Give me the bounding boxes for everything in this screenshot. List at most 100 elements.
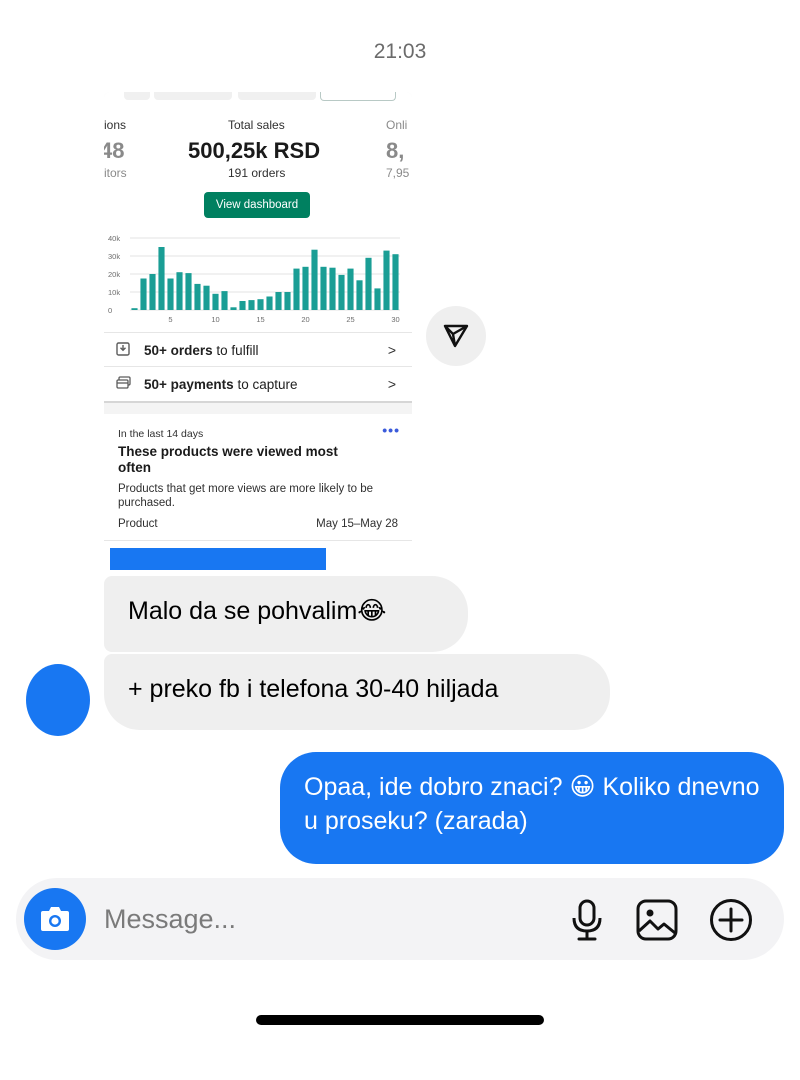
chart-bar xyxy=(320,266,327,310)
gallery-button[interactable] xyxy=(634,897,680,943)
chart-bar xyxy=(302,266,309,310)
camera-icon xyxy=(41,907,69,931)
view-dashboard-button[interactable]: View dashboard xyxy=(204,192,310,218)
chart-bar xyxy=(167,278,174,310)
microphone-button[interactable] xyxy=(564,897,610,943)
chart-bar xyxy=(266,296,273,310)
tab-fragment xyxy=(238,92,316,100)
chart-bar xyxy=(149,274,156,310)
x-tick-label: 15 xyxy=(256,315,264,324)
y-tick-label: 20k xyxy=(108,270,120,279)
chart-bar xyxy=(140,278,147,310)
y-tick-label: 0 xyxy=(108,306,112,315)
more-actions-button[interactable] xyxy=(708,897,754,943)
shared-screenshot[interactable]: ions 48 itors Total sales 500,25k RSD 19… xyxy=(104,92,412,570)
chart-bar xyxy=(374,288,381,310)
column-product-header: Product xyxy=(118,518,158,530)
message-timestamp: 21:03 xyxy=(373,40,427,63)
stat-orders-count: 191 orders xyxy=(228,166,286,180)
orders-to-fulfill-row[interactable]: 50+ orders to fulfill > xyxy=(104,332,412,367)
payments-count-bold: 50+ payments xyxy=(144,376,234,392)
stat-total-sales-value: 500,25k RSD xyxy=(188,138,321,163)
chart-bar xyxy=(185,273,192,310)
image-icon xyxy=(636,899,678,941)
x-tick-label: 10 xyxy=(211,315,219,324)
chart-bar xyxy=(257,299,264,310)
column-date-range-header: May 15–May 28 xyxy=(316,518,398,530)
chart-bar xyxy=(311,249,318,310)
sales-bar-chart: 40k 30k 20k 10k 0 5 10 15 20 25 30 xyxy=(108,234,400,324)
send-arrow-icon xyxy=(443,324,469,348)
more-options-icon[interactable]: ••• xyxy=(382,422,400,438)
message-input[interactable] xyxy=(104,898,544,940)
chart-bar xyxy=(347,268,354,310)
chevron-right-icon: > xyxy=(387,376,396,392)
tab-fragment xyxy=(154,92,232,100)
divider xyxy=(104,540,412,541)
chevron-right-icon: > xyxy=(387,342,396,358)
card-description: Products that get more views are more li… xyxy=(118,483,374,509)
redacted-product-name xyxy=(110,548,326,570)
stat-left-sub: itors xyxy=(104,166,127,180)
stat-right-value: 8, xyxy=(386,138,405,163)
avatar[interactable] xyxy=(26,664,90,736)
chart-bar xyxy=(158,247,165,310)
stat-right-label: Onli xyxy=(386,118,408,132)
tab-fragment xyxy=(124,92,150,100)
chart-bar xyxy=(293,268,300,310)
message-text: Opaa, ide dobro znaci? 😀 Koliko dnevno u… xyxy=(304,773,760,835)
camera-button[interactable] xyxy=(24,888,86,950)
outgoing-message-bubble[interactable]: Opaa, ide dobro znaci? 😀 Koliko dnevno u… xyxy=(280,752,784,864)
home-indicator[interactable] xyxy=(256,1015,544,1025)
tab-fragment-active xyxy=(320,92,396,101)
chart-bar xyxy=(194,283,201,310)
x-tick-label: 30 xyxy=(391,315,399,324)
y-tick-label: 40k xyxy=(108,234,120,243)
incoming-message-bubble[interactable]: Malo da se pohvalim😂 xyxy=(104,576,468,652)
payments-capture-text: to capture xyxy=(233,376,298,392)
plus-circle-icon xyxy=(710,899,752,941)
message-composer xyxy=(16,878,784,960)
card-stack-icon xyxy=(116,375,136,393)
y-tick-label: 10k xyxy=(108,288,120,297)
chart-bar xyxy=(356,280,363,310)
card-heading: These products were viewed most often xyxy=(118,444,338,475)
tab-strip xyxy=(104,92,412,102)
chart-bar xyxy=(338,274,345,310)
chart-bar xyxy=(275,292,282,310)
incoming-message-bubble[interactable]: + preko fb i telefona 30-40 hiljada xyxy=(104,654,610,730)
payments-to-capture-label: 50+ payments to capture xyxy=(144,377,297,392)
chart-bar xyxy=(329,267,336,310)
chart-bar xyxy=(203,285,210,310)
chart-bar xyxy=(176,272,183,310)
chart-bar xyxy=(230,307,237,310)
stat-left-value: 48 xyxy=(104,138,125,163)
most-viewed-products-card: In the last 14 days ••• These products w… xyxy=(104,414,412,570)
period-label: In the last 14 days xyxy=(118,428,204,440)
x-tick-label: 25 xyxy=(346,315,354,324)
chart-bar xyxy=(212,293,219,310)
message-text: + preko fb i telefona 30-40 hiljada xyxy=(128,675,499,703)
microphone-icon xyxy=(572,899,602,941)
chart-bar xyxy=(383,250,390,310)
stat-total-sales-label: Total sales xyxy=(228,118,285,132)
stat-right-sub: 7,95 xyxy=(386,166,410,180)
share-button[interactable] xyxy=(426,306,486,366)
x-tick-label: 20 xyxy=(301,315,309,324)
message-text: Malo da se pohvalim😂 xyxy=(128,597,387,625)
orders-fulfill-text: to fulfill xyxy=(212,342,259,358)
chart-bar xyxy=(248,300,255,310)
x-tick-label: 5 xyxy=(168,315,172,324)
chart-bar xyxy=(365,257,372,310)
payments-to-capture-row[interactable]: 50+ payments to capture > xyxy=(104,366,412,403)
chart-bar xyxy=(239,301,246,310)
chart-bar xyxy=(392,254,399,310)
y-tick-label: 30k xyxy=(108,252,120,261)
orders-to-fulfill-label: 50+ orders to fulfill xyxy=(144,343,258,358)
orders-count-bold: 50+ orders xyxy=(144,342,213,358)
download-box-icon xyxy=(116,341,136,359)
chart-bar xyxy=(284,292,291,310)
chart-bar xyxy=(221,291,228,310)
chart-bar xyxy=(131,308,138,310)
stat-left-label: ions xyxy=(104,118,127,132)
